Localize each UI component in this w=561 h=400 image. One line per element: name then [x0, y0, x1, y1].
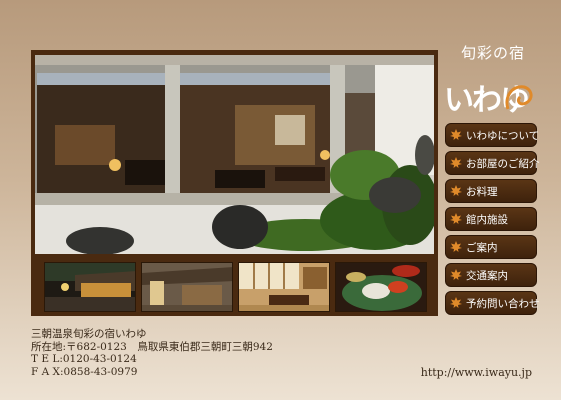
site-logo[interactable]: いわゆ [444, 75, 540, 118]
nav-label: お部屋のご紹介 [466, 157, 540, 170]
nav-item-rooms[interactable]: お部屋のご紹介 [445, 151, 540, 175]
contact-info: 三朝温泉旬彩の宿いわゆ 所在地:〒682-0123 鳥取県東伯郡三朝町三朝942… [31, 328, 273, 378]
nav-label: ご案内 [466, 241, 498, 254]
maple-leaf-icon [450, 269, 462, 280]
maple-leaf-icon [450, 129, 462, 140]
fax-number: F A X:0858-43-0979 [31, 365, 138, 378]
main-photo-lobby-garden [35, 55, 434, 254]
thumbnail-exterior-night[interactable] [44, 262, 136, 312]
thumbnail-strip [44, 262, 427, 312]
phone-number: T E L:0120-43-0124 [31, 353, 137, 365]
maple-leaf-icon [450, 297, 462, 308]
thumbnail-cuisine[interactable] [335, 262, 427, 312]
maple-leaf-icon [450, 157, 462, 168]
address: 所在地:〒682-0123 鳥取県東伯郡三朝町三朝942 [31, 340, 273, 353]
nav-item-facilities[interactable]: 館内施設 [445, 207, 537, 231]
maple-leaf-icon [450, 213, 462, 224]
main-navigation: いわゆについて お部屋のご紹介 お料理 館内施設 ご案内 交通案内 予約問い合わ… [445, 123, 540, 319]
nav-label: お料理 [466, 185, 498, 198]
maple-leaf-icon [450, 241, 462, 252]
site-subtitle: 旬彩の宿 [460, 44, 525, 62]
nav-label: いわゆについて [466, 129, 540, 142]
nav-item-reservation[interactable]: 予約問い合わせ [445, 291, 540, 315]
nav-label: 予約問い合わせ [466, 297, 540, 310]
nav-label: 交通案内 [466, 269, 508, 282]
nav-item-access[interactable]: 交通案内 [445, 263, 537, 287]
nav-label: 館内施設 [466, 213, 508, 226]
nav-item-guide[interactable]: ご案内 [445, 235, 537, 259]
logo-swirl-icon [505, 85, 533, 110]
thumbnail-entrance[interactable] [141, 262, 233, 312]
nav-item-about[interactable]: いわゆについて [445, 123, 540, 147]
thumbnail-guest-room[interactable] [238, 262, 330, 312]
inn-name: 三朝温泉旬彩の宿いわゆ [31, 328, 147, 340]
maple-leaf-icon [450, 185, 462, 196]
nav-item-cuisine[interactable]: お料理 [445, 179, 537, 203]
site-url-link[interactable]: http://www.iwayu.jp [421, 366, 532, 379]
